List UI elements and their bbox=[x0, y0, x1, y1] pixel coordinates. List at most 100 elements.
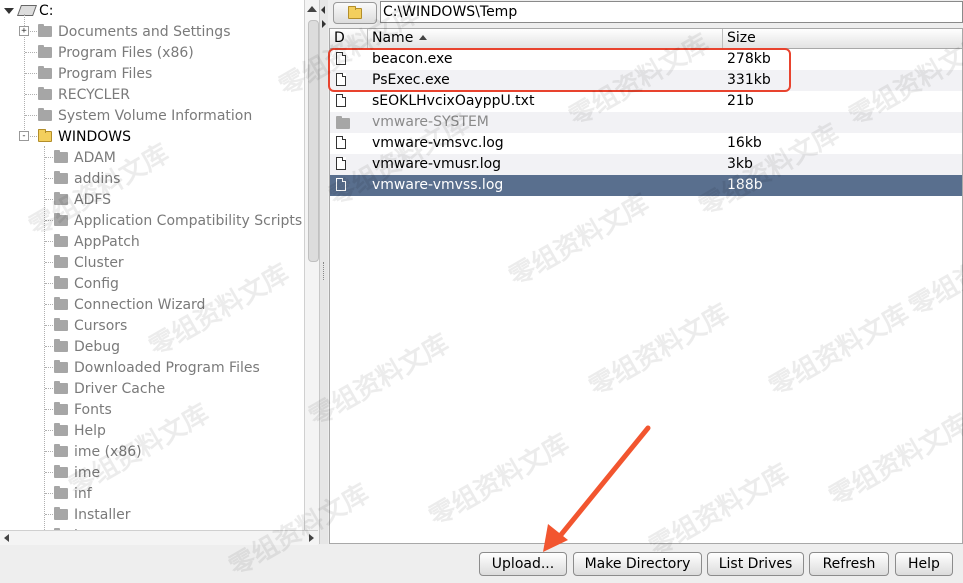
file-row[interactable]: vmware-SYSTEM bbox=[330, 112, 962, 133]
tree-item-label: Program Files bbox=[58, 65, 153, 82]
pane-splitter[interactable] bbox=[319, 0, 328, 544]
expand-icon[interactable]: + bbox=[19, 26, 29, 36]
folder-icon bbox=[54, 192, 68, 205]
tree-item[interactable]: Debug bbox=[54, 336, 120, 357]
tree-item[interactable]: RECYCLER bbox=[38, 84, 130, 105]
tree-item[interactable]: Application Compatibility Scripts bbox=[54, 210, 302, 231]
tree-item[interactable]: Cluster bbox=[54, 252, 124, 273]
folder-icon bbox=[54, 255, 68, 268]
collapse-icon[interactable]: - bbox=[19, 131, 29, 141]
tree-item[interactable]: Config bbox=[54, 273, 119, 294]
tree-item[interactable]: WINDOWS bbox=[38, 126, 131, 147]
tree-item-label: AppPatch bbox=[74, 233, 140, 250]
tree-item[interactable]: Program Files (x86) bbox=[38, 42, 194, 63]
collapse-icon[interactable] bbox=[4, 7, 14, 14]
tree-item[interactable]: ADFS bbox=[54, 189, 111, 210]
folder-icon bbox=[54, 486, 68, 499]
tree-item[interactable]: Help bbox=[54, 420, 106, 441]
tree-root-label: C: bbox=[39, 2, 54, 19]
folder-icon bbox=[348, 5, 362, 19]
file-row[interactable]: vmware-vmusr.log 3kb bbox=[330, 154, 962, 175]
tree-item-label: Debug bbox=[74, 338, 121, 355]
folder-icon bbox=[54, 213, 68, 226]
tree-item[interactable]: Downloaded Program Files bbox=[54, 357, 260, 378]
scroll-thumb[interactable] bbox=[308, 20, 319, 262]
file-size: 3kb bbox=[727, 156, 753, 172]
tree-item-label: Fonts bbox=[74, 401, 112, 418]
folder-icon bbox=[54, 402, 68, 415]
drive-icon bbox=[16, 5, 38, 16]
file-row[interactable]: vmware-vmvss.log 188b bbox=[330, 175, 962, 196]
tree-item[interactable]: Program Files bbox=[38, 63, 152, 84]
folder-icon bbox=[54, 507, 68, 520]
tree-item[interactable]: Connection Wizard bbox=[54, 294, 205, 315]
tree-item[interactable]: ime (x86) bbox=[54, 441, 142, 462]
folder-icon bbox=[54, 171, 68, 184]
tree-item[interactable]: Installer bbox=[54, 504, 131, 525]
scroll-left-arrow-icon[interactable] bbox=[4, 534, 9, 542]
make-directory-button[interactable]: Make Directory bbox=[573, 552, 702, 576]
directory-tree[interactable]: C: + Documents and Settings Program Files (… bbox=[0, 0, 305, 544]
upload-button[interactable]: Upload... bbox=[479, 552, 567, 576]
folder-icon bbox=[38, 87, 52, 100]
folder-icon bbox=[54, 465, 68, 478]
file-name: vmware-SYSTEM bbox=[372, 114, 489, 130]
help-button[interactable]: Help bbox=[895, 552, 953, 576]
tree-item[interactable]: ime bbox=[54, 462, 100, 483]
scroll-right-arrow-icon[interactable] bbox=[309, 534, 314, 542]
tree-root-drive[interactable]: C: bbox=[4, 0, 54, 21]
tree-item-label: ADFS bbox=[74, 191, 112, 208]
list-drives-button[interactable]: List Drives bbox=[707, 552, 804, 576]
folder-icon bbox=[38, 66, 52, 79]
file-icon bbox=[336, 136, 346, 149]
tree-item-label: Application Compatibility Scripts bbox=[74, 212, 303, 229]
folder-icon bbox=[38, 45, 52, 58]
file-row[interactable]: sEOKLHvcixOayppU.txt 21b bbox=[330, 91, 962, 112]
tree-item[interactable]: Fonts bbox=[54, 399, 112, 420]
tree-item-label: Driver Cache bbox=[74, 380, 166, 397]
file-list[interactable]: D Name Size beacon.exe 278kb PsExec.exe 331… bbox=[329, 28, 963, 544]
tree-vertical-scrollbar[interactable] bbox=[304, 0, 320, 544]
column-header-size[interactable]: Size bbox=[723, 29, 962, 48]
tree-item-label: Installer bbox=[74, 506, 131, 523]
splitter-grip[interactable] bbox=[323, 262, 326, 280]
tree-item[interactable]: Documents and Settings bbox=[38, 21, 230, 42]
tree-item[interactable]: Cursors bbox=[54, 315, 127, 336]
highlight-box bbox=[328, 48, 791, 92]
file-row[interactable]: vmware-vmsvc.log 16kb bbox=[330, 133, 962, 154]
file-name: sEOKLHvcixOayppU.txt bbox=[372, 93, 535, 109]
file-icon bbox=[336, 157, 346, 170]
refresh-button[interactable]: Refresh bbox=[809, 552, 889, 576]
tree-item-label: ADAM bbox=[74, 149, 116, 166]
tree-item-label: ime bbox=[74, 464, 101, 481]
tree-item-label: inf bbox=[74, 485, 92, 502]
collapse-right-icon[interactable] bbox=[322, 20, 326, 28]
tree-item-label: RECYCLER bbox=[58, 86, 131, 103]
tree-item[interactable]: inf bbox=[54, 483, 92, 504]
column-header-name[interactable]: Name bbox=[368, 29, 723, 48]
tree-item-label: Program Files (x86) bbox=[58, 44, 194, 61]
folder-icon bbox=[54, 423, 68, 436]
folder-icon bbox=[38, 24, 52, 37]
tree-item-label: Downloaded Program Files bbox=[74, 359, 260, 376]
tree-item[interactable]: System Volume Information bbox=[38, 105, 252, 126]
column-header-name-label: Name bbox=[372, 30, 414, 46]
tree-item[interactable]: addins bbox=[54, 168, 120, 189]
tree-item[interactable]: ADAM bbox=[54, 147, 116, 168]
file-name: vmware-vmsvc.log bbox=[372, 135, 504, 151]
tree-item[interactable]: Driver Cache bbox=[54, 378, 165, 399]
folder-icon bbox=[38, 108, 52, 121]
file-name: vmware-vmusr.log bbox=[372, 156, 502, 172]
file-size: 16kb bbox=[727, 135, 762, 151]
file-size: 21b bbox=[727, 93, 754, 109]
tree-item[interactable]: AppPatch bbox=[54, 231, 140, 252]
path-input[interactable]: C:\WINDOWS\Temp bbox=[380, 1, 963, 23]
folder-icon bbox=[54, 297, 68, 310]
collapse-left-icon[interactable] bbox=[321, 6, 325, 14]
up-folder-button[interactable] bbox=[333, 2, 377, 24]
tree-item-label: Cursors bbox=[74, 317, 128, 334]
column-header-d[interactable]: D bbox=[330, 29, 368, 48]
tree-horizontal-scrollbar[interactable] bbox=[0, 530, 318, 545]
scroll-up-arrow-icon[interactable] bbox=[307, 6, 317, 12]
folder-icon bbox=[54, 150, 68, 163]
